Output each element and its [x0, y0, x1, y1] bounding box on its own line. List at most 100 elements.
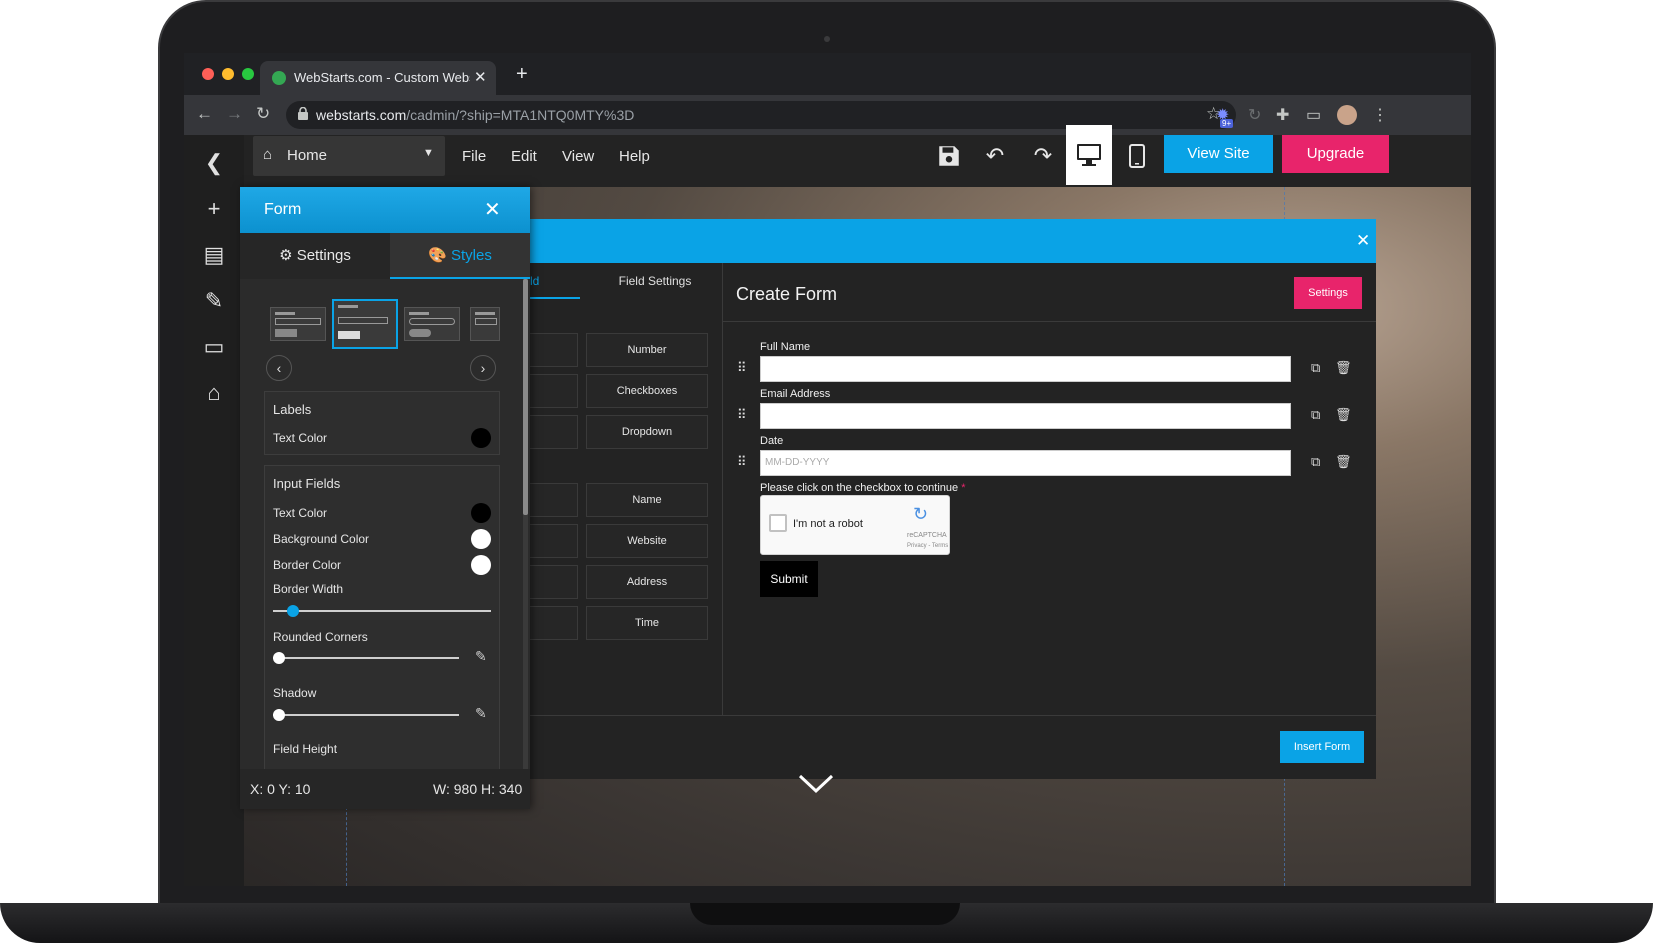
menu-view[interactable]: View [562, 148, 594, 165]
border-width-slider[interactable] [273, 610, 491, 612]
collapse-chevron-icon[interactable]: ❮ [200, 149, 228, 177]
redo-icon[interactable]: ↷ [1028, 143, 1058, 169]
background-color-label: Background Color [273, 532, 370, 546]
close-window-dot[interactable] [202, 68, 214, 80]
menu-file[interactable]: File [462, 148, 486, 165]
panel-footer: X: 0 Y: 10 W: 980 H: 340 [240, 769, 530, 809]
input-text-color-swatch[interactable] [471, 503, 491, 523]
tab-field-settings[interactable]: Field Settings [590, 263, 720, 299]
comments-icon[interactable]: ▭ [200, 333, 228, 361]
add-element-icon[interactable]: + [200, 195, 228, 223]
edit-pencil-icon[interactable]: ✎ [475, 705, 487, 722]
tab-fields[interactable]: ld [530, 263, 580, 299]
save-icon[interactable] [934, 143, 964, 175]
duplicate-icon[interactable]: ⧉ [1311, 407, 1320, 423]
labels-section: Labels Text Color [264, 391, 500, 455]
field-time-button[interactable]: Time [586, 606, 708, 640]
style-thumbnail-selected[interactable] [332, 299, 398, 349]
trash-icon[interactable]: 🗑 [1335, 407, 1352, 423]
undo-icon[interactable]: ↶ [980, 143, 1010, 169]
cast-icon[interactable]: ▭ [1306, 105, 1321, 125]
maximize-window-dot[interactable] [242, 68, 254, 80]
input-text-color-label: Text Color [273, 506, 328, 520]
tab-close-icon[interactable]: ✕ [474, 68, 487, 86]
size-readout: W: 980 H: 340 [433, 781, 523, 797]
guide-line [346, 807, 347, 886]
pages-document-icon[interactable]: ▤ [200, 241, 228, 269]
insert-form-button[interactable]: Insert Form [1280, 731, 1364, 763]
field-height-label: Field Height [273, 742, 338, 756]
dialog-close-icon[interactable]: ✕ [1356, 231, 1370, 251]
captcha-prompt-text: Please click on the checkbox to continue [760, 482, 959, 494]
profile-avatar[interactable] [1337, 105, 1357, 125]
store-icon[interactable]: ⌂ [200, 379, 228, 407]
captcha-checkbox[interactable] [769, 514, 787, 532]
upgrade-button[interactable]: Upgrade [1282, 135, 1389, 173]
style-thumbnail[interactable] [470, 307, 500, 341]
field-number-button[interactable]: Number [586, 333, 708, 367]
kebab-menu-icon[interactable]: ⋮ [1372, 105, 1388, 125]
style-thumbnail[interactable] [404, 307, 460, 341]
desktop-view-button[interactable] [1066, 125, 1112, 185]
labels-text-color-swatch[interactable] [471, 428, 491, 448]
reload-icon[interactable]: ↻ [256, 104, 270, 124]
drag-handle-icon[interactable]: ⠿ [737, 360, 747, 376]
field-checkboxes-button[interactable]: Checkboxes [586, 374, 708, 408]
rounded-corners-slider-knob[interactable] [273, 652, 285, 664]
caret-down-icon: ▼ [423, 147, 434, 159]
minimize-window-dot[interactable] [222, 68, 234, 80]
field-address-button[interactable]: Address [586, 565, 708, 599]
shadow-slider-knob[interactable] [273, 709, 285, 721]
style-thumbnail[interactable] [270, 307, 326, 341]
background-color-swatch[interactable] [471, 529, 491, 549]
prev-style-chevron-icon[interactable]: ‹ [266, 355, 292, 381]
new-tab-icon[interactable]: + [516, 63, 528, 86]
recaptcha-widget: I'm not a robot ↻ reCAPTCHA Privacy - Te… [760, 495, 950, 555]
shadow-slider[interactable] [273, 714, 459, 716]
border-width-label: Border Width [273, 582, 344, 596]
edit-pencil-icon[interactable]: ✎ [475, 648, 487, 665]
trash-icon[interactable]: 🗑 [1335, 454, 1352, 470]
field-dropdown-button[interactable]: Dropdown [586, 415, 708, 449]
next-style-chevron-icon[interactable]: › [470, 355, 496, 381]
panel-close-icon[interactable]: ✕ [484, 197, 501, 222]
form-builder-dialog: ✕ ld Field Settings Text Text oice nt Nu… [454, 219, 1376, 779]
field-website-button[interactable]: Website [586, 524, 708, 558]
tab-settings[interactable]: ⚙ Settings [240, 233, 390, 279]
full-name-input[interactable] [760, 356, 1291, 382]
menu-edit[interactable]: Edit [511, 148, 537, 165]
email-input[interactable] [760, 403, 1291, 429]
gear-icon: ⚙ [279, 247, 297, 264]
design-brush-icon[interactable]: ✎ [200, 287, 228, 315]
input-fields-section: Input Fields Text Color Background Color… [264, 465, 500, 775]
scroll-down-chevron-icon[interactable] [798, 773, 834, 795]
tab-styles[interactable]: 🎨 Styles [390, 233, 530, 279]
duplicate-icon[interactable]: ⧉ [1311, 360, 1320, 376]
browser-toolbar: ← → ↻ webstarts.com/cadmin/?ship=MTA1NTQ… [184, 95, 1471, 135]
sync-extension-icon[interactable]: ↻ [1248, 105, 1261, 125]
rounded-corners-slider[interactable] [273, 657, 459, 659]
page-select[interactable]: ⌂ Home ▼ [253, 136, 445, 176]
field-name-button[interactable]: Name [586, 483, 708, 517]
puzzle-extensions-icon[interactable]: ✚ [1276, 105, 1289, 125]
border-width-slider-knob[interactable] [287, 605, 299, 617]
border-color-swatch[interactable] [471, 555, 491, 575]
mobile-view-icon[interactable] [1129, 144, 1145, 173]
trash-icon[interactable]: 🗑 [1335, 360, 1352, 376]
view-site-button[interactable]: View Site [1164, 135, 1273, 173]
forward-icon[interactable]: → [226, 104, 243, 124]
laptop-notch [690, 903, 960, 925]
menu-help[interactable]: Help [619, 148, 650, 165]
form-submit-button[interactable]: Submit [760, 561, 818, 597]
panel-scrollbar-thumb[interactable] [523, 279, 528, 515]
drag-handle-icon[interactable]: ⠿ [737, 454, 747, 470]
drag-handle-icon[interactable]: ⠿ [737, 407, 747, 423]
create-form-title: Create Form [736, 284, 838, 304]
tab-title: WebStarts.com - Custom Website [294, 70, 470, 85]
duplicate-icon[interactable]: ⧉ [1311, 454, 1320, 470]
date-input[interactable]: MM-DD-YYYY [760, 450, 1291, 476]
form-settings-button[interactable]: Settings [1294, 277, 1362, 309]
back-icon[interactable]: ← [196, 104, 213, 124]
browser-tab[interactable]: WebStarts.com - Custom Website ✕ [260, 61, 496, 95]
captcha-links[interactable]: Privacy - Terms [907, 543, 948, 549]
